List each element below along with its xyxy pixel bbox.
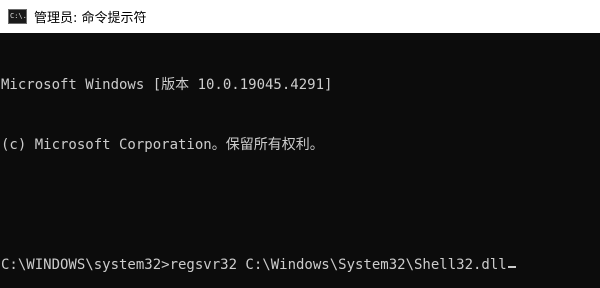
- title-bar[interactable]: C:\. 管理员: 命令提示符: [0, 0, 600, 33]
- console-line-copyright: (c) Microsoft Corporation。保留所有权利。: [1, 137, 324, 153]
- command-prompt-window: C:\. 管理员: 命令提示符 Microsoft Windows [版本 10…: [0, 0, 600, 288]
- cmd-icon: C:\.: [8, 9, 27, 24]
- command-prompt-text: C:\WINDOWS\system32>regsvr32 C:\Windows\…: [1, 257, 507, 273]
- console-line-command[interactable]: C:\WINDOWS\system32>regsvr32 C:\Windows\…: [1, 255, 600, 275]
- console-output[interactable]: Microsoft Windows [版本 10.0.19045.4291] (…: [0, 33, 600, 288]
- text-cursor: [507, 266, 516, 268]
- cmd-icon-glyph: C:\.: [10, 12, 27, 20]
- console-line-version: Microsoft Windows [版本 10.0.19045.4291]: [1, 77, 333, 93]
- window-title: 管理员: 命令提示符: [34, 11, 147, 26]
